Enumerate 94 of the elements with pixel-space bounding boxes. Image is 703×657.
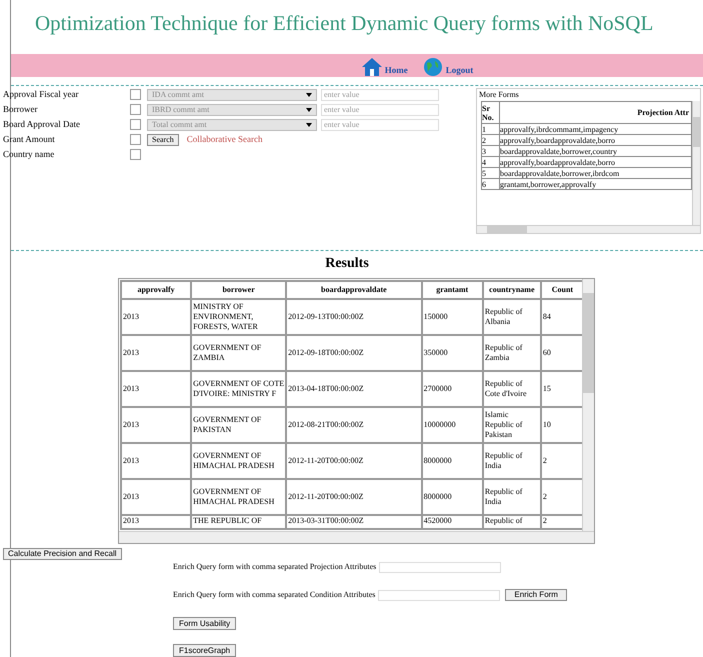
table-cell: 4520000 — [422, 515, 483, 529]
table-cell: approvalfy,boardapprovaldate,borro — [500, 134, 692, 146]
checkbox[interactable] — [130, 104, 141, 116]
column-header: Projection Attr — [500, 102, 692, 124]
value-field[interactable]: enter value — [321, 88, 439, 101]
checkbox[interactable] — [130, 119, 141, 130]
results-heading: Results — [324, 255, 370, 273]
caret-icon — [306, 108, 312, 112]
table-cell: MINISTRY OF ENVIRONMENT, FORESTS, WATER — [191, 299, 286, 335]
nav-link[interactable]: Logout — [422, 57, 474, 78]
scrollbar[interactable] — [692, 101, 700, 226]
table-cell: Republic of India — [482, 443, 541, 479]
page-title: Optimization Technique for Efficient Dynamic Query forms with NoSQL — [34, 10, 654, 37]
table-cell: 2012-11-20T00:00:00Z — [286, 479, 422, 515]
condition-attributes-field[interactable] — [378, 590, 500, 600]
field-label: Enrich Query form with comma separated Condition Attributes — [173, 589, 376, 601]
checkbox[interactable] — [130, 149, 141, 160]
table-cell: GOVERNMENT OF ZAMBIA — [191, 335, 286, 371]
table-cell: GOVERNMENT OF COTE D'IVOIRE: MINISTRY F — [191, 371, 286, 407]
table-cell: 2013 — [121, 371, 192, 407]
table-cell: 2013 — [121, 515, 192, 529]
table-cell: 2013-04-18T00:00:00Z — [286, 371, 422, 407]
table-cell: 3 — [482, 146, 500, 157]
dropdown[interactable]: IDA commt amt — [147, 88, 317, 101]
checkbox[interactable] — [130, 134, 141, 146]
table-cell: 2013 — [121, 479, 192, 515]
table-cell: 2012-09-13T00:00:00Z — [286, 299, 422, 335]
table-cell: approvalfy,ibrdcommamt,impagency — [500, 124, 692, 135]
table-cell: 2013 — [121, 407, 192, 443]
table-cell: Republic of Albania — [482, 299, 541, 335]
table-cell: 10000000 — [422, 407, 483, 443]
table-cell: Republic of — [482, 515, 541, 529]
table-cell: GOVERNMENT OF HIMACHAL PRADESH — [191, 443, 286, 479]
table-cell: grantamt,borrower,approvalfy — [500, 178, 692, 190]
table-cell: 2700000 — [422, 371, 483, 407]
column-header: borrower — [191, 281, 286, 299]
house-icon — [360, 57, 383, 78]
table-cell: 2012-08-21T00:00:00Z — [286, 407, 422, 443]
table-cell: 8000000 — [422, 479, 483, 515]
column-header: approvalfy — [121, 281, 192, 299]
checkbox[interactable] — [130, 89, 141, 100]
dropdown[interactable]: IBRD commt amt — [147, 104, 317, 116]
table-cell: 2012-11-20T00:00:00Z — [286, 443, 422, 479]
field-label: Approval Fiscal year — [3, 88, 80, 102]
field-label: Enrich Query form with comma separated Projection Attributes — [173, 561, 376, 573]
caret-icon — [306, 92, 312, 97]
column-header: Sr No. — [482, 102, 500, 124]
table-cell: 2012-09-18T00:00:00Z — [286, 335, 422, 371]
table-cell: Islamic Republic of Pakistan — [482, 407, 541, 443]
field-label: Board Approval Date — [3, 118, 81, 132]
table-cell: THE REPUBLIC OF — [191, 515, 286, 529]
table-cell: 2013 — [121, 299, 192, 335]
table-cell: 150000 — [422, 299, 483, 335]
dropdown[interactable]: Total commt amt — [147, 118, 317, 131]
globe-icon — [422, 57, 444, 78]
f1-score-graph-button[interactable]: F1scoreGraph — [173, 644, 236, 657]
precision-recall-button[interactable]: Calculate Precision and Recall — [3, 548, 122, 560]
scrollbar[interactable] — [119, 531, 594, 543]
table-cell: 2013-03-31T00:00:00Z — [286, 515, 422, 529]
search-button[interactable]: Search — [147, 134, 179, 146]
table-cell: 5 — [482, 168, 500, 179]
table-cell: 4 — [482, 156, 500, 168]
projection-attributes-field[interactable] — [379, 562, 502, 572]
caret-icon — [306, 122, 312, 127]
table-cell: boardapprovaldate,borrower,country — [500, 146, 692, 157]
scrollbar[interactable] — [582, 279, 594, 531]
table-cell: GOVERNMENT OF PAKISTAN — [191, 407, 286, 443]
panel-title: More Forms — [479, 89, 519, 102]
table-cell: boardapprovaldate,borrower,ibrdcom — [500, 168, 692, 179]
field-label: Country name — [3, 148, 56, 162]
value-field[interactable]: enter value — [321, 118, 439, 131]
column-header: countryname — [482, 281, 541, 299]
scrollbar[interactable] — [477, 225, 700, 234]
table-cell: 1 — [482, 124, 500, 135]
value-field[interactable]: enter value — [321, 104, 439, 116]
table-cell: approvalfy,boardapprovaldate,borro — [500, 156, 692, 168]
collaborative-search-link[interactable]: Collaborative Search — [186, 133, 262, 147]
table-cell: 2013 — [121, 335, 192, 371]
enrich-form-button[interactable]: Enrich Form — [505, 589, 567, 601]
table-cell: 2 — [482, 134, 500, 146]
field-label: Borrower — [3, 103, 38, 116]
table-cell: Republic of Zambia — [482, 335, 541, 371]
table-cell: Republic of India — [482, 479, 541, 515]
nav-link[interactable]: Home — [360, 57, 408, 78]
table-cell: 350000 — [422, 335, 483, 371]
table-cell: Republic of Cote d'Ivoire — [482, 371, 541, 407]
table-cell: 8000000 — [422, 443, 483, 479]
table-cell: 2013 — [121, 443, 192, 479]
column-header: boardapprovaldate — [286, 281, 422, 299]
form-usability-button[interactable]: Form Usability — [173, 617, 236, 630]
table-cell: 6 — [482, 178, 500, 190]
table-cell: GOVERNMENT OF HIMACHAL PRADESH — [191, 479, 286, 515]
field-label: Grant Amount — [3, 133, 56, 146]
column-header: grantamt — [422, 281, 483, 299]
